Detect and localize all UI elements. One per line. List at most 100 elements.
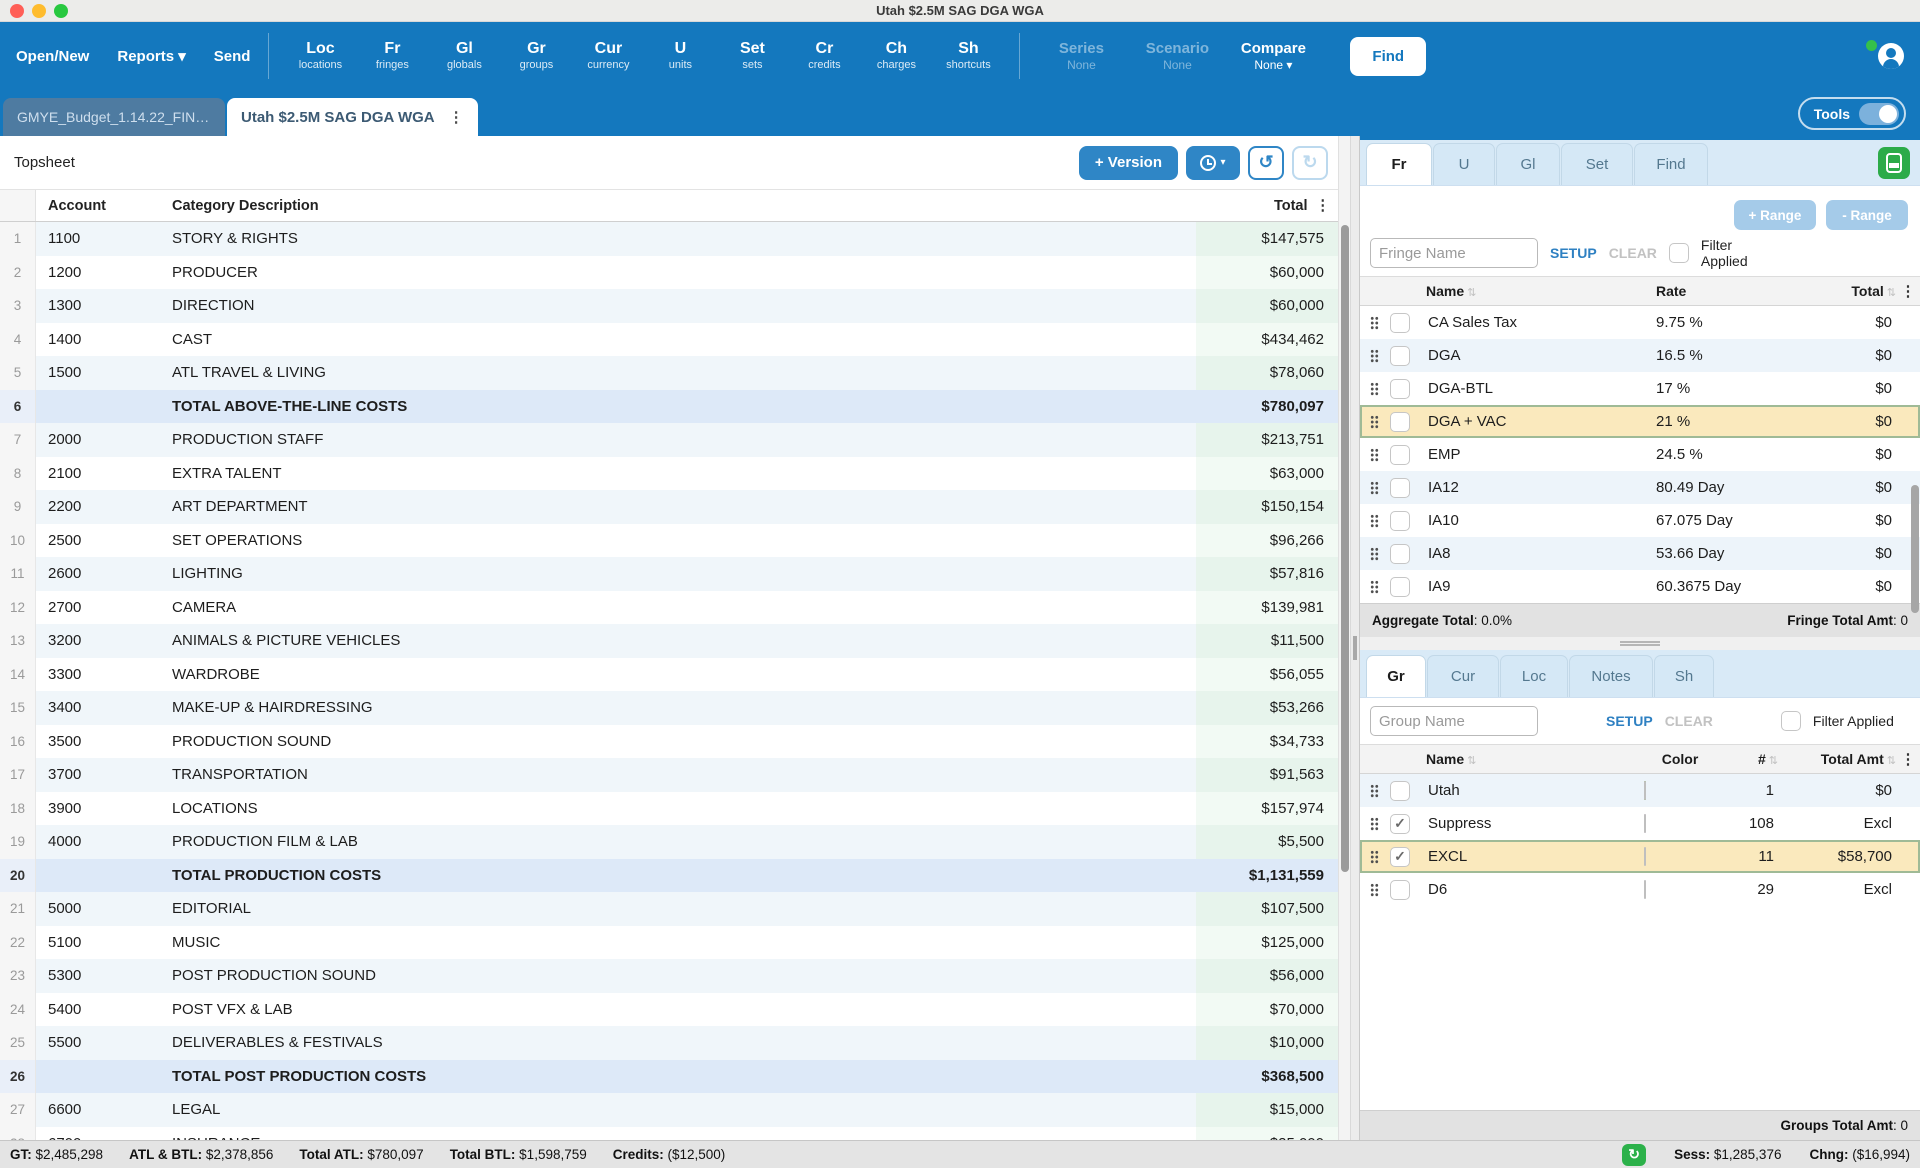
account-cell[interactable]: 5400 [36, 993, 160, 1027]
tab-u[interactable]: U [1433, 143, 1495, 185]
fringe-row-checkbox[interactable] [1390, 412, 1410, 432]
group-row-checkbox[interactable]: ✓ [1390, 814, 1410, 834]
table-row[interactable]: 26TOTAL POST PRODUCTION COSTS$368,500 [0, 1060, 1338, 1094]
total-cell[interactable]: $56,000 [1196, 959, 1338, 993]
fringe-row[interactable]: IA853.66 Day$0 [1360, 537, 1920, 570]
total-cell[interactable]: $57,816 [1196, 557, 1338, 591]
account-cell[interactable]: 1200 [36, 256, 160, 290]
description-cell[interactable]: WARDROBE [160, 658, 1196, 692]
table-row[interactable]: 102500SET OPERATIONS$96,266 [0, 524, 1338, 558]
drag-handle-icon[interactable] [1370, 850, 1379, 864]
fringe-name-header[interactable]: Name⇅ [1426, 283, 1656, 299]
total-cell[interactable]: $1,131,559 [1196, 859, 1338, 893]
tab-kebab-menu-icon[interactable]: ⋮ [449, 108, 464, 126]
table-row[interactable]: 112600LIGHTING$57,816 [0, 557, 1338, 591]
menu-item-reports[interactable]: Reports ▾ [117, 47, 185, 65]
menu-item-send[interactable]: Send [214, 48, 251, 65]
description-cell[interactable]: TOTAL ABOVE-THE-LINE COSTS [160, 390, 1196, 424]
fringe-row[interactable]: IA1280.49 Day$0 [1360, 471, 1920, 504]
find-button[interactable]: Find [1350, 37, 1426, 76]
drag-handle-icon[interactable] [1370, 448, 1379, 462]
table-row[interactable]: 163500PRODUCTION SOUND$34,733 [0, 725, 1338, 759]
tab-notes[interactable]: Notes [1569, 655, 1653, 697]
total-cell[interactable]: $60,000 [1196, 256, 1338, 290]
account-cell[interactable]: 3500 [36, 725, 160, 759]
group-row-checkbox[interactable] [1390, 781, 1410, 801]
drag-handle-icon[interactable] [1370, 514, 1379, 528]
tab-loc[interactable]: Loc [1500, 655, 1568, 697]
undo-button[interactable]: ↺ [1248, 146, 1284, 180]
redo-button[interactable]: ↻ [1292, 146, 1328, 180]
document-tab-gmye-budget[interactable]: GMYE_Budget_1.14.22_FINAL lo... [3, 98, 225, 136]
table-row[interactable]: 276600LEGAL$15,000 [0, 1093, 1338, 1127]
account-cell[interactable]: 5100 [36, 926, 160, 960]
fringe-row[interactable]: CA Sales Tax9.75 %$0 [1360, 306, 1920, 339]
description-cell[interactable]: PRODUCER [160, 256, 1196, 290]
description-cell[interactable]: CAST [160, 323, 1196, 357]
table-row[interactable]: 215000EDITORIAL$107,500 [0, 892, 1338, 926]
column-kebab-menu-icon[interactable]: ⋮ [1896, 282, 1920, 300]
fringe-row[interactable]: DGA + VAC21 %$0 [1360, 405, 1920, 438]
fringe-row-checkbox[interactable] [1390, 544, 1410, 564]
total-cell[interactable]: $5,500 [1196, 825, 1338, 859]
drag-handle-icon[interactable] [1370, 547, 1379, 561]
total-cell[interactable]: $78,060 [1196, 356, 1338, 390]
fringe-row-checkbox[interactable] [1390, 313, 1410, 333]
table-row[interactable]: 6TOTAL ABOVE-THE-LINE COSTS$780,097 [0, 390, 1338, 424]
description-cell[interactable]: DIRECTION [160, 289, 1196, 323]
fringe-row-checkbox[interactable] [1390, 478, 1410, 498]
total-cell[interactable]: $53,266 [1196, 691, 1338, 725]
scrollbar-thumb[interactable] [1341, 225, 1349, 872]
nav-tool-units[interactable]: Uunits [647, 40, 713, 71]
fringe-row[interactable]: IA1067.075 Day$0 [1360, 504, 1920, 537]
total-cell[interactable]: $780,097 [1196, 390, 1338, 424]
table-row[interactable]: 51500ATL TRAVEL & LIVING$78,060 [0, 356, 1338, 390]
total-cell[interactable]: $11,500 [1196, 624, 1338, 658]
group-color-swatch[interactable] [1644, 880, 1646, 899]
fringe-row-checkbox[interactable] [1390, 511, 1410, 531]
group-count-header[interactable]: #⇅ [1716, 751, 1778, 767]
total-cell[interactable]: $434,462 [1196, 323, 1338, 357]
table-row[interactable]: 153400MAKE-UP & HAIRDRESSING$53,266 [0, 691, 1338, 725]
group-total-header[interactable]: Total Amt⇅ [1778, 751, 1896, 767]
description-cell[interactable]: LIGHTING [160, 557, 1196, 591]
table-row[interactable]: 41400CAST$434,462 [0, 323, 1338, 357]
sort-icon[interactable]: ⇅ [1467, 755, 1476, 767]
table-row[interactable]: 82100EXTRA TALENT$63,000 [0, 457, 1338, 491]
fringe-row-checkbox[interactable] [1390, 379, 1410, 399]
fringe-scrollbar-thumb[interactable] [1911, 485, 1919, 613]
nav-tool-shortcuts[interactable]: Shshortcuts [935, 40, 1001, 71]
account-cell[interactable]: 5500 [36, 1026, 160, 1060]
fringe-setup-link[interactable]: SETUP [1550, 245, 1597, 261]
total-cell[interactable]: $96,266 [1196, 524, 1338, 558]
total-cell[interactable]: $15,000 [1196, 1093, 1338, 1127]
total-cell[interactable]: $139,981 [1196, 591, 1338, 625]
panel-resize-divider[interactable] [1350, 136, 1360, 1140]
account-cell[interactable]: 6600 [36, 1093, 160, 1127]
description-cell[interactable]: PRODUCTION FILM & LAB [160, 825, 1196, 859]
sort-icon[interactable]: ⇅ [1769, 755, 1778, 767]
total-cell[interactable]: $60,000 [1196, 289, 1338, 323]
account-cell[interactable]: 2200 [36, 490, 160, 524]
total-cell[interactable]: $213,751 [1196, 423, 1338, 457]
account-column-header[interactable]: Account [36, 198, 160, 214]
total-cell[interactable]: $125,000 [1196, 926, 1338, 960]
group-color-swatch[interactable] [1644, 814, 1646, 833]
table-row[interactable]: 72000PRODUCTION STAFF$213,751 [0, 423, 1338, 457]
account-cell[interactable] [36, 390, 160, 424]
subpanel-resize-splitter[interactable] [1360, 637, 1920, 650]
nav-tool-fringes[interactable]: Frfringes [359, 40, 425, 71]
tab-gr[interactable]: Gr [1366, 655, 1426, 697]
document-tab-utah-active[interactable]: Utah $2.5M SAG DGA WGA ⋮ [227, 98, 478, 136]
table-row[interactable]: 245400POST VFX & LAB$70,000 [0, 993, 1338, 1027]
account-cell[interactable]: 5300 [36, 959, 160, 993]
group-color-header[interactable]: Color [1644, 751, 1716, 767]
description-cell[interactable]: PRODUCTION SOUND [160, 725, 1196, 759]
fringe-clear-link[interactable]: CLEAR [1609, 245, 1657, 261]
nav-tool-groups[interactable]: Grgroups [503, 40, 569, 71]
fringe-name-input[interactable] [1370, 238, 1538, 268]
account-cell[interactable]: 2600 [36, 557, 160, 591]
drag-handle-icon[interactable] [1370, 481, 1379, 495]
total-cell[interactable]: $56,055 [1196, 658, 1338, 692]
account-cell[interactable]: 2700 [36, 591, 160, 625]
